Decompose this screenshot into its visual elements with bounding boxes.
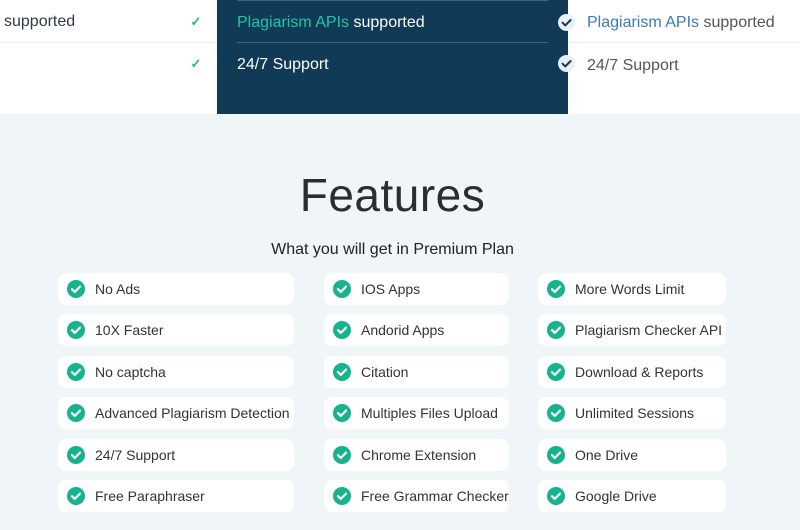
pricing-row-label-rest: supported <box>349 14 425 31</box>
pricing-column-premium: Plagiarism APIs supported 24/7 Support <box>217 0 575 114</box>
features-subheading: What you will get in Premium Plan <box>271 241 514 258</box>
feature-item: No captcha <box>58 356 294 388</box>
feature-item: 10X Faster <box>58 314 294 346</box>
feature-label: No captcha <box>95 364 166 380</box>
check-circle-icon <box>547 280 565 298</box>
feature-label: Advanced Plagiarism Detection <box>95 405 290 421</box>
feature-label: Google Drive <box>575 488 657 504</box>
pricing-row: 24/7 Support <box>237 43 575 86</box>
feature-label: More Words Limit <box>575 281 685 297</box>
feature-label: One Drive <box>575 447 639 463</box>
feature-label: Download & Reports <box>575 364 704 380</box>
check-circle-icon <box>333 446 351 464</box>
plagiarism-apis-link[interactable]: Plagiarism APIs <box>237 14 349 31</box>
pricing-row-label: supported <box>4 13 76 30</box>
pricing-row-label: 24/7 Support <box>237 56 329 73</box>
feature-item: Citation <box>324 356 509 388</box>
pricing-row-label: Plagiarism APIs supported <box>237 14 425 32</box>
feature-label: Multiples Files Upload <box>361 405 498 421</box>
plagiarism-apis-link[interactable]: Plagiarism APIs <box>587 14 699 31</box>
feature-label: Andorid Apps <box>361 322 445 338</box>
check-circle-icon <box>67 363 85 381</box>
check-circle-icon <box>333 404 351 422</box>
pricing-column-basic: supported ✓ ✓ <box>0 0 217 114</box>
pricing-row-label-rest: supported <box>699 14 775 31</box>
pricing-row: Plagiarism APIs supported <box>237 0 575 43</box>
pricing-row-label: 24/7 Support <box>587 57 679 74</box>
pricing-row: ✓ <box>0 43 217 86</box>
check-icon: ✓ <box>190 14 202 29</box>
feature-item: Download & Reports <box>538 356 726 388</box>
feature-item: Free Paraphraser <box>58 480 294 512</box>
check-circle-icon <box>333 280 351 298</box>
check-circle-icon <box>67 321 85 339</box>
feature-item: One Drive <box>538 439 726 471</box>
feature-label: Chrome Extension <box>361 447 477 463</box>
check-circle-icon <box>547 404 565 422</box>
feature-item: Advanced Plagiarism Detection <box>58 397 294 429</box>
feature-label: Unlimited Sessions <box>575 405 695 421</box>
feature-label: Plagiarism Checker API <box>575 322 723 338</box>
check-circle-icon <box>547 446 565 464</box>
pricing-row: supported ✓ <box>0 0 217 43</box>
check-circle-icon <box>547 487 565 505</box>
feature-label: Free Grammar Checker <box>361 488 509 504</box>
check-circle-icon <box>67 280 85 298</box>
check-circle-icon <box>67 487 85 505</box>
check-circle-icon <box>333 487 351 505</box>
features-heading: Features <box>299 169 486 221</box>
feature-label: 24/7 Support <box>95 447 176 463</box>
feature-item: Multiples Files Upload <box>324 397 509 429</box>
pricing-column-pro: Plagiarism APIs supported 24/7 Support <box>568 0 800 114</box>
check-circle-icon <box>67 446 85 464</box>
pricing-comparison-strip: supported ✓ ✓ Plagiarism APIs supported … <box>0 0 800 114</box>
feature-item: Chrome Extension <box>324 439 509 471</box>
feature-label: 10X Faster <box>95 322 164 338</box>
feature-label: Free Paraphraser <box>95 488 205 504</box>
pricing-row: 24/7 Support <box>568 43 800 86</box>
feature-item: Plagiarism Checker API <box>538 314 726 346</box>
check-circle-icon <box>547 363 565 381</box>
check-circle-icon <box>333 363 351 381</box>
feature-item: 24/7 Support <box>58 439 294 471</box>
feature-item: Andorid Apps <box>324 314 509 346</box>
feature-item: More Words Limit <box>538 273 726 305</box>
check-icon: ✓ <box>190 56 202 71</box>
pricing-row: Plagiarism APIs supported <box>568 0 800 43</box>
feature-label: IOS Apps <box>361 281 421 297</box>
feature-item: Google Drive <box>538 480 726 512</box>
check-circle-icon <box>333 321 351 339</box>
feature-item: Unlimited Sessions <box>538 397 726 429</box>
check-circle-icon <box>547 321 565 339</box>
feature-label: No Ads <box>95 281 141 297</box>
feature-label: Citation <box>361 364 409 380</box>
check-circle-icon <box>67 404 85 422</box>
feature-item: IOS Apps <box>324 273 509 305</box>
pricing-row-label: Plagiarism APIs supported <box>587 14 775 32</box>
feature-item: No Ads <box>58 273 294 305</box>
feature-item: Free Grammar Checker <box>324 480 509 512</box>
